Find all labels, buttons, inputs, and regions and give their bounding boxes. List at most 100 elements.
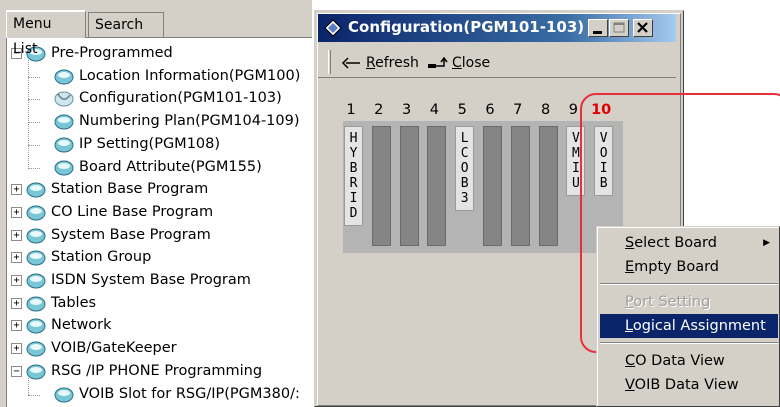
window-toolbar: Refresh Close	[318, 46, 676, 78]
menu-item-empty-board[interactable]: Empty Board	[600, 255, 778, 279]
toolbar-grip[interactable]	[328, 50, 331, 74]
menu-item-co-data-view[interactable]: CO Data View	[600, 349, 778, 373]
slot-number: 1	[346, 102, 356, 118]
expand-icon[interactable]: +	[11, 229, 22, 241]
tree-item[interactable]: Location Information(PGM100)	[7, 66, 312, 89]
tree-connector	[28, 122, 40, 124]
folder-icon	[25, 181, 47, 199]
folder-icon	[53, 68, 75, 86]
tree-item[interactable]: + Station Group	[7, 247, 312, 270]
tree-item-label: Board Attribute(PGM155)	[79, 158, 262, 175]
expand-icon[interactable]: +	[11, 343, 22, 355]
close-icon	[637, 22, 648, 33]
tree-item[interactable]: Numbering Plan(PGM104-109)	[7, 111, 312, 134]
tree-item-label: VOIB Slot for RSG/IP(PGM380/:	[79, 385, 300, 402]
tree-item-label: Network	[51, 317, 112, 334]
folder-icon	[53, 386, 75, 404]
menu-item-voib-data-view[interactable]: VOIB Data View	[600, 373, 778, 397]
tree-item-label: ISDN System Base Program	[51, 272, 251, 288]
menu-item-select-board[interactable]: Select Board ▶	[600, 231, 778, 255]
expand-icon[interactable]: +	[11, 275, 22, 286]
empty-slot[interactable]	[483, 126, 502, 246]
tree-item-label: Configuration(PGM101-103)	[79, 90, 282, 107]
folder-icon	[53, 90, 75, 108]
tree-item-label: Station Group	[51, 249, 152, 266]
board-slot[interactable]: VOIB	[594, 126, 614, 196]
tree-connector	[28, 60, 29, 169]
menu-item-logical-assignment[interactable]: Logical Assignment	[600, 314, 778, 338]
window-title: Configuration(PGM101-103)	[348, 18, 585, 36]
tree-item[interactable]: + System Base Program	[7, 225, 312, 248]
tree-item[interactable]: Configuration(PGM101-103)	[7, 88, 312, 111]
slot-number: 2	[374, 102, 384, 118]
tree-item[interactable]: + ISDN System Base Program	[7, 270, 312, 293]
tree-connector	[28, 99, 40, 101]
tree-item-label: Location Information(PGM100)	[79, 67, 301, 84]
refresh-arrow-icon	[341, 57, 360, 69]
context-menu: Select Board ▶ Empty Board Port Setting Logi…	[596, 226, 780, 407]
tab-search[interactable]: Search	[88, 12, 164, 37]
window-app-icon	[324, 19, 342, 37]
tree-item[interactable]: + Tables	[7, 293, 312, 316]
board-name: HYBRID	[349, 131, 358, 221]
tree-item-label: Tables	[51, 294, 97, 311]
board-slot[interactable]: LCOB3	[455, 126, 475, 211]
empty-slot[interactable]	[399, 126, 419, 246]
slot-number: 6	[485, 102, 495, 118]
slot-number: 8	[540, 102, 551, 118]
tree-connector	[28, 76, 40, 78]
tree-item[interactable]: IP Setting(PGM108)	[7, 134, 312, 157]
tree-item-label: CO Line Base Program	[51, 203, 214, 220]
folder-icon	[53, 136, 75, 154]
maximize-button[interactable]	[609, 19, 629, 37]
tree-connector	[28, 394, 40, 396]
tree-connector	[28, 377, 29, 396]
board-name: VMIU	[571, 131, 580, 191]
slot-number: 4	[429, 102, 439, 118]
menu-separator	[600, 283, 778, 285]
tree-item[interactable]: −Pre-Programmed	[7, 43, 312, 66]
empty-slot[interactable]	[538, 126, 558, 246]
tree-item[interactable]: + VOIB/GateKeeper	[7, 338, 312, 361]
close-toolbar-button[interactable]: Close	[426, 52, 490, 74]
empty-slot[interactable]	[371, 126, 391, 246]
tree-item-label: Pre-Programmed	[51, 45, 173, 61]
expand-icon[interactable]: +	[11, 297, 22, 309]
close-label: Close	[452, 55, 491, 71]
board-name: VOIB	[599, 131, 608, 191]
tree-item[interactable]: + CO Line Base Program	[7, 202, 312, 225]
tree-item[interactable]: − RSG /IP PHONE Programming	[7, 361, 312, 384]
collapse-icon[interactable]: −	[11, 365, 22, 377]
submenu-arrow-icon: ▶	[763, 238, 770, 248]
refresh-label: Refresh	[366, 55, 419, 71]
tree-item-label: System Base Program	[51, 226, 211, 243]
tree-connector	[28, 144, 40, 146]
empty-slot[interactable]	[427, 126, 447, 246]
tree-item[interactable]: Board Attribute(PGM155)	[7, 157, 312, 180]
menu-item-label: VOIB Data View	[625, 377, 739, 393]
folder-icon	[25, 227, 47, 245]
tree-item[interactable]: + Network	[7, 315, 312, 338]
board-slot[interactable]: VMIU	[566, 126, 586, 196]
tree-connector	[28, 167, 40, 169]
window-titlebar[interactable]: Configuration(PGM101-103)	[318, 14, 676, 42]
board-slot[interactable]: HYBRID	[344, 126, 363, 226]
slot-number: 3	[401, 102, 412, 118]
expand-icon[interactable]: +	[11, 252, 22, 264]
expand-icon[interactable]: +	[11, 184, 22, 196]
expand-icon[interactable]: +	[11, 320, 22, 332]
tree-item[interactable]: VOIB Slot for RSG/IP(PGM380/:	[7, 384, 312, 407]
expand-icon[interactable]: +	[11, 206, 22, 218]
empty-slot[interactable]	[510, 126, 530, 246]
menu-item-label: Port Setting	[625, 294, 711, 310]
tree-item[interactable]: + Station Base Program	[7, 179, 312, 202]
refresh-button[interactable]: Refresh	[340, 52, 419, 74]
menu-separator	[600, 342, 778, 344]
tree-item-label: Numbering Plan(PGM104-109)	[79, 113, 300, 130]
menu-item-label: Select Board	[625, 235, 717, 251]
folder-icon	[25, 272, 47, 290]
close-window-button[interactable]	[633, 19, 653, 37]
tab-menu-list[interactable]: Menu List	[6, 10, 86, 57]
tree-item-label: VOIB/GateKeeper	[51, 340, 177, 357]
minimize-button[interactable]	[588, 19, 608, 37]
